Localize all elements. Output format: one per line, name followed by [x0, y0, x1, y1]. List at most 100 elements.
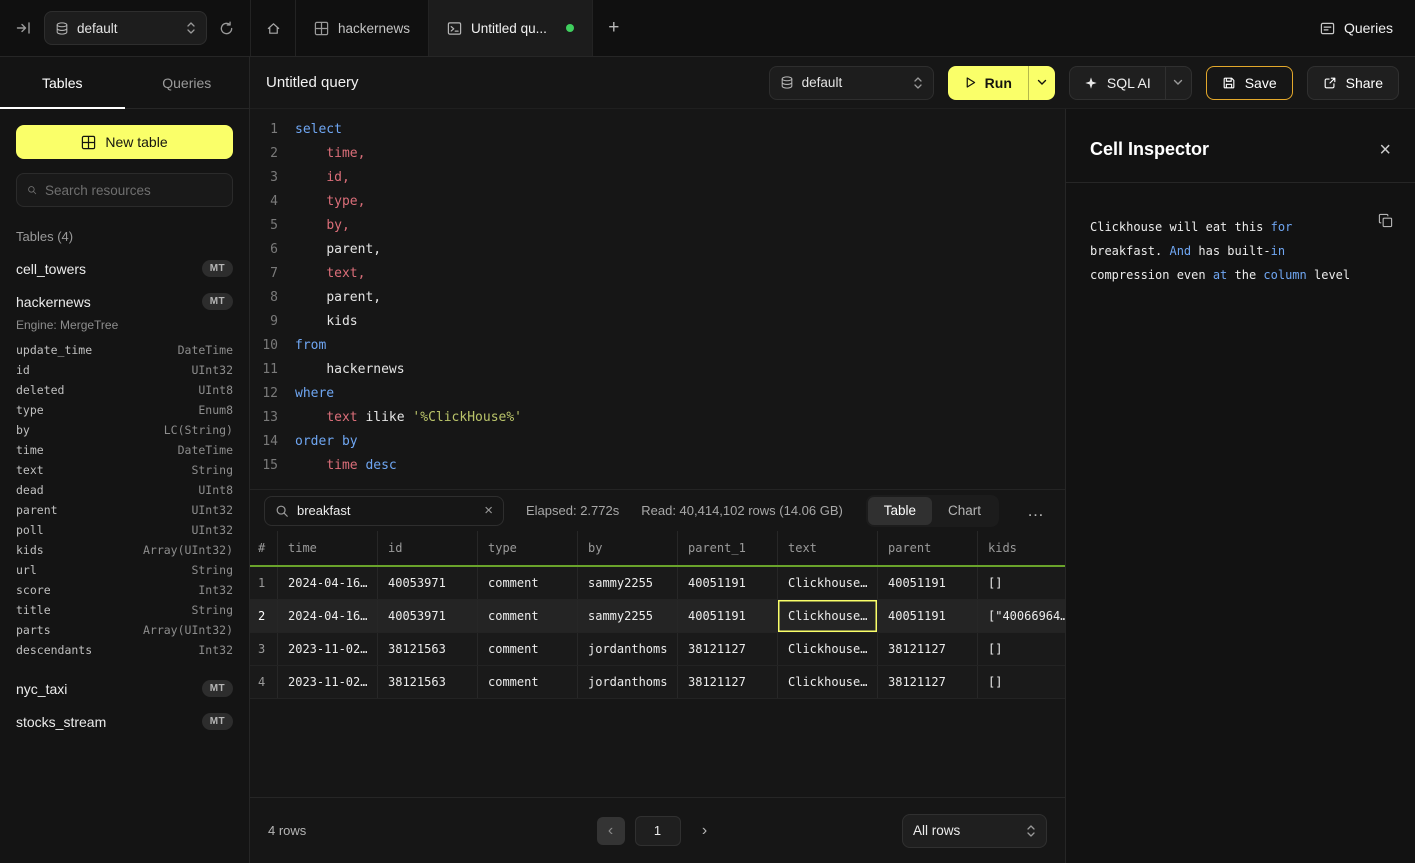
table-cell[interactable]: 40053971	[378, 600, 478, 632]
column-row[interactable]: descendantsInt32	[0, 640, 249, 660]
results-search-input[interactable]	[297, 503, 476, 518]
collapse-sidebar-button[interactable]	[16, 21, 32, 35]
table-cell[interactable]: 38121563	[378, 666, 478, 698]
sidebar-table-item[interactable]: stocks_streamMT	[0, 705, 249, 738]
code-line[interactable]: 9 kids	[260, 309, 1065, 333]
column-header[interactable]: parent_1	[678, 531, 778, 565]
table-row[interactable]: 22024-04-16…40053971commentsammy22554005…	[250, 600, 1065, 633]
table-cell[interactable]: Clickhouse…	[778, 633, 878, 665]
close-inspector-button[interactable]: ×	[1379, 140, 1391, 160]
code-line[interactable]: 10from	[260, 333, 1065, 357]
table-cell[interactable]: 38121127	[878, 633, 978, 665]
column-header[interactable]: #	[250, 531, 278, 565]
sidebar-table-item[interactable]: hackernewsMT	[0, 285, 249, 318]
run-button[interactable]: Run	[948, 66, 1028, 100]
column-row[interactable]: titleString	[0, 600, 249, 620]
column-row[interactable]: pollUInt32	[0, 520, 249, 540]
column-row[interactable]: update_timeDateTime	[0, 340, 249, 360]
table-cell[interactable]: 40051191	[678, 567, 778, 599]
sidebar-table-item[interactable]: cell_towersMT	[0, 252, 249, 285]
tab-home[interactable]	[250, 0, 296, 56]
table-cell[interactable]: Clickhouse…	[778, 600, 878, 632]
table-cell[interactable]: []	[978, 567, 1065, 599]
save-button[interactable]: Save	[1206, 66, 1293, 100]
column-header[interactable]: by	[578, 531, 678, 565]
code-line[interactable]: 7 text,	[260, 261, 1065, 285]
results-more-button[interactable]: …	[1021, 501, 1051, 521]
next-page-button[interactable]: ›	[691, 817, 719, 845]
column-row[interactable]: kidsArray(UInt32)	[0, 540, 249, 560]
sql-ai-options-button[interactable]	[1165, 67, 1191, 99]
table-row[interactable]: 32023-11-02…38121563commentjordanthoms38…	[250, 633, 1065, 666]
table-cell[interactable]: Clickhouse…	[778, 567, 878, 599]
table-cell[interactable]: comment	[478, 633, 578, 665]
column-header[interactable]: time	[278, 531, 378, 565]
topbar-database-selector[interactable]: default	[44, 11, 207, 45]
sql-ai-button[interactable]: SQL AI	[1070, 67, 1165, 99]
table-cell[interactable]: jordanthoms	[578, 666, 678, 698]
column-row[interactable]: idUInt32	[0, 360, 249, 380]
code-line[interactable]: 6 parent,	[260, 237, 1065, 261]
view-toggle-table[interactable]: Table	[868, 497, 932, 525]
run-options-button[interactable]	[1028, 66, 1055, 100]
sidebar-tab-queries[interactable]: Queries	[125, 57, 250, 108]
rows-per-page-selector[interactable]: All rows	[902, 814, 1047, 848]
table-cell[interactable]: jordanthoms	[578, 633, 678, 665]
column-row[interactable]: typeEnum8	[0, 400, 249, 420]
refresh-button[interactable]	[219, 21, 234, 36]
table-cell[interactable]: 38121563	[378, 633, 478, 665]
table-cell[interactable]: sammy2255	[578, 600, 678, 632]
sidebar-search[interactable]	[16, 173, 233, 207]
table-cell[interactable]: 40051191	[678, 600, 778, 632]
tab-untitled-query[interactable]: Untitled qu...	[429, 0, 593, 56]
table-row[interactable]: 42023-11-02…38121563commentjordanthoms38…	[250, 666, 1065, 699]
table-cell[interactable]: 2024-04-16…	[278, 600, 378, 632]
code-line[interactable]: 2 time,	[260, 141, 1065, 165]
code-line[interactable]: 1select	[260, 117, 1065, 141]
code-line[interactable]: 8 parent,	[260, 285, 1065, 309]
column-row[interactable]: partsArray(UInt32)	[0, 620, 249, 640]
queries-button[interactable]: Queries	[1320, 20, 1393, 36]
table-cell[interactable]: comment	[478, 666, 578, 698]
sql-editor[interactable]: 1select2 time,3 id,4 type,5 by,6 parent,…	[250, 109, 1065, 489]
code-line[interactable]: 12where	[260, 381, 1065, 405]
table-cell[interactable]: 2023-11-02…	[278, 633, 378, 665]
sidebar-tab-tables[interactable]: Tables	[0, 57, 125, 108]
table-cell[interactable]: []	[978, 633, 1065, 665]
share-button[interactable]: Share	[1307, 66, 1399, 100]
code-line[interactable]: 3 id,	[260, 165, 1065, 189]
column-row[interactable]: scoreInt32	[0, 580, 249, 600]
code-line[interactable]: 13 text ilike '%ClickHouse%'	[260, 405, 1065, 429]
page-number-input[interactable]	[635, 816, 681, 846]
table-cell[interactable]: []	[978, 666, 1065, 698]
column-header[interactable]: id	[378, 531, 478, 565]
column-header[interactable]: text	[778, 531, 878, 565]
column-row[interactable]: parentUInt32	[0, 500, 249, 520]
code-line[interactable]: 11 hackernews	[260, 357, 1065, 381]
column-row[interactable]: urlString	[0, 560, 249, 580]
table-cell[interactable]: comment	[478, 600, 578, 632]
tab-hackernews[interactable]: hackernews	[296, 0, 429, 56]
search-resources-input[interactable]	[45, 183, 222, 198]
column-row[interactable]: timeDateTime	[0, 440, 249, 460]
table-cell[interactable]: 38121127	[678, 666, 778, 698]
table-cell[interactable]: 38121127	[878, 666, 978, 698]
table-cell[interactable]: sammy2255	[578, 567, 678, 599]
table-cell[interactable]: Clickhouse…	[778, 666, 878, 698]
copy-cell-button[interactable]	[1378, 213, 1393, 231]
new-table-button[interactable]: New table	[16, 125, 233, 159]
code-line[interactable]: 15 time desc	[260, 453, 1065, 477]
table-cell[interactable]: 40053971	[378, 567, 478, 599]
clear-search-button[interactable]: ×	[484, 502, 493, 519]
prev-page-button[interactable]: ‹	[597, 817, 625, 845]
column-header[interactable]: parent	[878, 531, 978, 565]
table-cell[interactable]: 38121127	[678, 633, 778, 665]
column-row[interactable]: textString	[0, 460, 249, 480]
code-line[interactable]: 14order by	[260, 429, 1065, 453]
table-cell[interactable]: 2024-04-16…	[278, 567, 378, 599]
column-row[interactable]: byLC(String)	[0, 420, 249, 440]
table-cell[interactable]: 2023-11-02…	[278, 666, 378, 698]
new-tab-button[interactable]: +	[593, 0, 635, 56]
table-cell[interactable]: ["40066964…	[978, 600, 1065, 632]
table-cell[interactable]: 40051191	[878, 567, 978, 599]
